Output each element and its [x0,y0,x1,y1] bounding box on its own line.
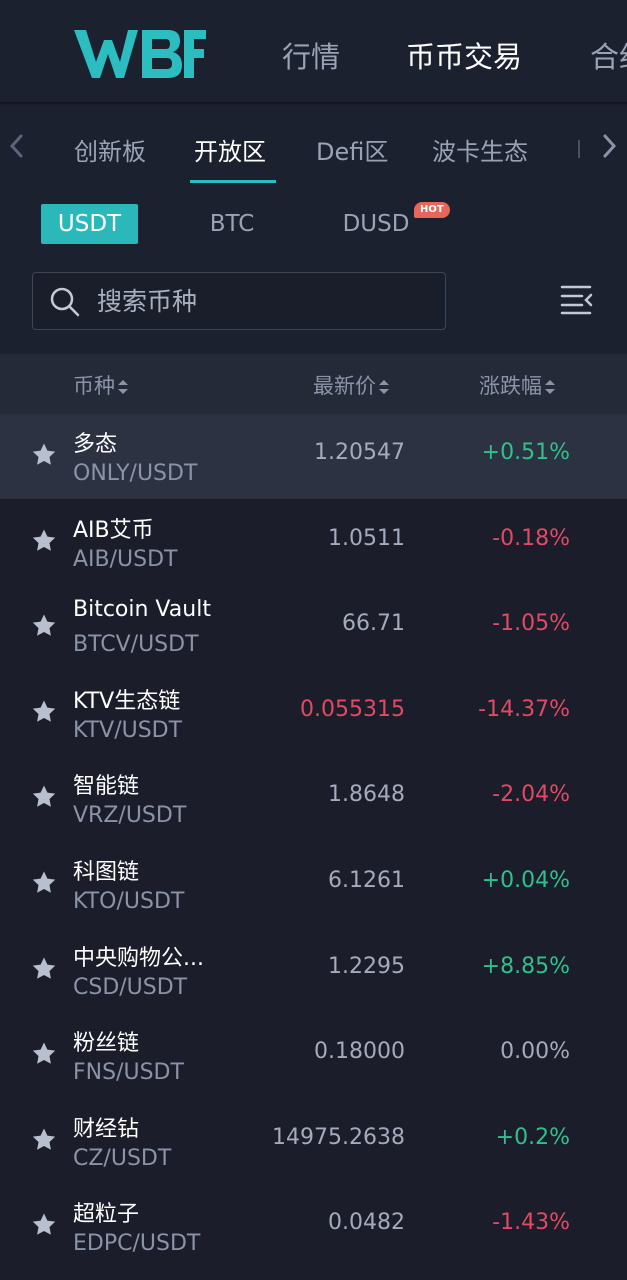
coin-pair: VRZ/USDT [73,803,187,828]
price-change: 0.00% [500,1039,570,1064]
coin-pair: EDPC/USDT [73,1231,201,1256]
coin-name: 多态 [73,432,118,457]
table-row[interactable]: 科图链 KTO/USDT 6.1261 +0.04% [0,842,627,927]
coin-pair: KTO/USDT [73,889,185,914]
star-icon[interactable] [31,442,57,468]
star-icon[interactable] [31,528,57,554]
coin-name: 智能链 [73,774,140,799]
column-header-price-label: 最新价 [313,374,376,398]
last-price: 1.0511 [328,526,405,551]
column-header-coin[interactable]: 币种 [73,370,129,400]
star-icon[interactable] [31,613,57,639]
coin-name: 粉丝链 [73,1031,140,1056]
nav-item-contract[interactable]: 合约 [590,34,627,76]
coin-name: Bitcoin Vault [73,597,211,622]
table-row[interactable]: 财经钻 CZ/USDT 14975.2638 +0.2% [0,1099,627,1184]
coin-name: 科图链 [73,860,140,885]
last-price: 1.8648 [328,782,405,807]
last-price: 0.0482 [328,1210,405,1235]
tab-innovation-board[interactable]: 创新板 [74,132,146,167]
column-header-coin-label: 币种 [73,374,115,398]
tab-polkadot-ecosystem[interactable]: 波卡生态 [432,132,528,167]
table-row[interactable]: 多态 ONLY/USDT 1.20547 +0.51% [0,414,627,499]
coin-pair: CSD/USDT [73,975,188,1000]
last-price: 1.2295 [328,954,405,979]
hot-badge: HOT [414,202,450,218]
sort-icon [379,380,389,394]
search-input[interactable] [95,281,435,321]
last-price: 66.71 [342,611,405,636]
last-price: 0.055315 [300,697,405,722]
coin-name: 财经钻 [73,1117,140,1142]
chevron-left-icon[interactable] [4,128,30,164]
quote-currency-bar: USDT BTC DUSD HOT [0,186,627,266]
star-icon[interactable] [31,1127,57,1153]
last-price: 0.18000 [314,1039,405,1064]
coin-name: KTV生态链 [73,689,181,714]
coin-name: 超粒子 [73,1202,140,1227]
top-navigation: 行情 币币交易 合约 [0,0,627,104]
table-row[interactable]: 粉丝链 FNS/USDT 0.18000 0.00% [0,1013,627,1098]
price-change: +8.85% [481,954,570,979]
table-row[interactable]: 超粒子 EDPC/USDT 0.0482 -1.43% [0,1184,627,1269]
price-change: -0.18% [492,526,570,551]
star-icon[interactable] [31,784,57,810]
tab-open-zone[interactable]: 开放区 [194,132,266,167]
tab-defi-zone[interactable]: Defi区 [316,132,388,167]
star-icon[interactable] [31,1041,57,1067]
sort-icon [545,380,555,394]
nav-item-spot-trading[interactable]: 币币交易 [406,34,522,76]
last-price: 6.1261 [328,868,405,893]
coin-pair: ONLY/USDT [73,461,198,486]
last-price: 14975.2638 [272,1125,405,1150]
star-icon[interactable] [31,870,57,896]
category-tab-bar: 创新板 开放区 Defi区 波卡生态 [0,106,627,186]
price-change: -2.04% [492,782,570,807]
price-change: -1.43% [492,1210,570,1235]
coin-pair: FNS/USDT [73,1060,184,1085]
chevron-right-icon[interactable] [596,128,622,164]
coin-pair: AIB/USDT [73,547,178,572]
table-row[interactable]: KTV生态链 KTV/USDT 0.055315 -14.37% [0,671,627,756]
table-row[interactable]: 中央购物公... CSD/USDT 1.2295 +8.85% [0,928,627,1013]
filter-menu-icon[interactable] [558,282,594,316]
search-bar [0,266,627,354]
table-row[interactable]: 智能链 VRZ/USDT 1.8648 -2.04% [0,756,627,841]
quote-tab-usdt[interactable]: USDT [41,204,138,244]
quote-tab-dusd[interactable]: DUSD [334,204,418,244]
star-icon[interactable] [31,1212,57,1238]
market-list: 多态 ONLY/USDT 1.20547 +0.51% AIB艾币 AIB/US… [0,414,627,1280]
column-header-change[interactable]: 涨跌幅 [479,370,556,400]
column-header-price[interactable]: 最新价 [313,370,390,400]
star-icon[interactable] [31,956,57,982]
coin-name: AIB艾币 [73,518,154,543]
table-row[interactable]: AIB艾币 AIB/USDT 1.0511 -0.18% [0,500,627,585]
price-change: +0.51% [481,440,570,465]
coin-name: 中央购物公... [73,946,204,971]
price-change: -1.05% [492,611,570,636]
price-change: -14.37% [478,697,570,722]
coin-pair: BTCV/USDT [73,632,199,657]
price-change: +0.04% [481,868,570,893]
table-header: 币种 最新价 涨跌幅 [0,354,627,414]
star-icon[interactable] [31,699,57,725]
last-price: 1.20547 [314,440,405,465]
coin-pair: KTV/USDT [73,718,183,743]
nav-item-market[interactable]: 行情 [282,34,340,76]
column-header-change-label: 涨跌幅 [479,374,542,398]
tab-divider [578,140,580,158]
coin-pair: CZ/USDT [73,1146,172,1171]
wbf-logo[interactable] [72,28,206,80]
search-icon [50,287,80,317]
quote-tab-btc[interactable]: BTC [192,204,272,244]
sort-icon [118,380,128,394]
table-row[interactable]: Bitcoin Vault BTCV/USDT 66.71 -1.05% [0,585,627,670]
price-change: +0.2% [495,1125,570,1150]
search-box [32,272,446,330]
active-tab-indicator [190,180,276,183]
